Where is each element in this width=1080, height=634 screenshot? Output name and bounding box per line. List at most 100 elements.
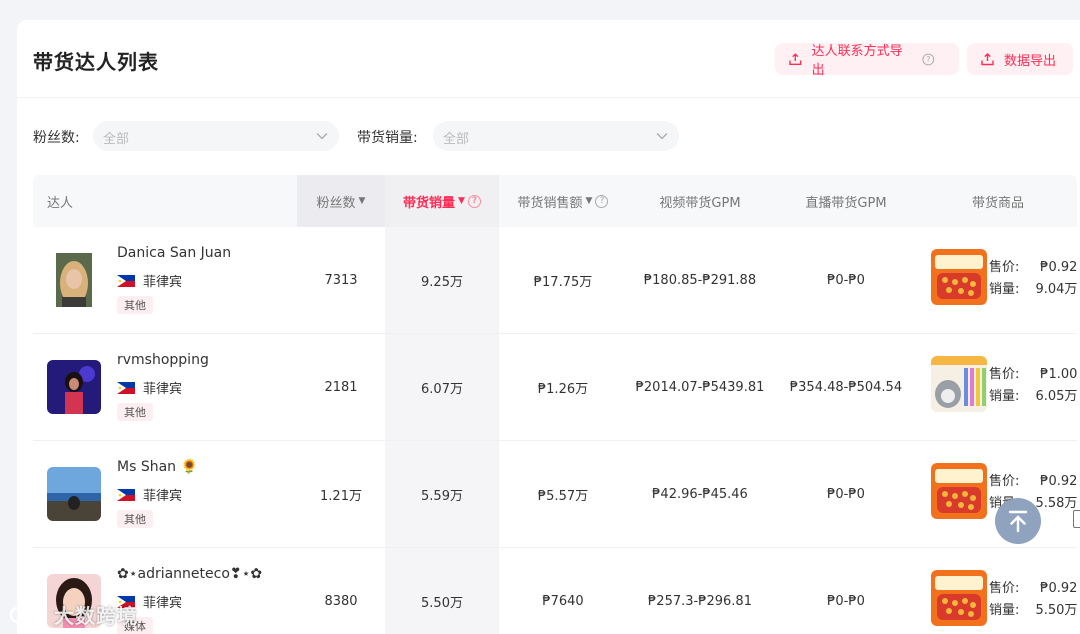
avatar[interactable]: [47, 467, 101, 521]
product-sales: 6.05万: [1035, 389, 1078, 404]
sales-cell: 9.25万: [421, 275, 463, 290]
product-thumbnail[interactable]: [931, 356, 987, 412]
sort-down-icon: ▼: [458, 196, 465, 206]
fans-cell: 7313: [324, 273, 358, 288]
influencer-name[interactable]: Ms Shan 🌻: [117, 459, 198, 475]
live-gpm-cell: ₱354.48-₱504.54: [789, 380, 903, 395]
header-revenue[interactable]: 带货销售额 ▼?: [499, 175, 627, 227]
price-label: 售价:: [989, 367, 1020, 382]
header-revenue-label: 带货销售额: [517, 195, 583, 211]
header-products: 带货商品: [919, 175, 1077, 227]
help-icon[interactable]: ?: [922, 53, 935, 66]
data-export-label: 数据导出: [1004, 53, 1057, 69]
fans-filter-value: 全部: [103, 132, 130, 147]
video-gpm-cell: ₱2014.07-₱5439.81: [635, 380, 765, 395]
fans-cell: 2181: [324, 380, 358, 395]
video-gpm-cell: ₱257.3-₱296.81: [648, 594, 752, 609]
product-sales-label: 销量:: [989, 282, 1020, 297]
watermark-text: 大数跨境: [54, 604, 138, 628]
arrow-up-icon: [1008, 510, 1028, 533]
header-fans[interactable]: 粉丝数 ▼: [297, 175, 385, 227]
country-name: 菲律宾: [143, 489, 183, 504]
header-products-label: 带货商品: [971, 195, 1024, 211]
sales-filter-label: 带货销量:: [357, 130, 418, 146]
header-sales[interactable]: 带货销量 ▼?: [385, 175, 499, 227]
sales-filter-value: 全部: [443, 132, 470, 147]
product-price: ₱1.00: [1040, 367, 1078, 382]
product-thumbnail[interactable]: [931, 249, 987, 305]
header-video-gpm-label: 视频带货GPM: [659, 195, 741, 211]
sort-down-icon: ▼: [585, 196, 593, 206]
philippines-flag-icon: [117, 488, 135, 501]
table-header: 达人 粉丝数 ▼ 带货销量 ▼? 带货销售额 ▼? 视频带货GPM 直播带货GPM 带…: [33, 175, 1077, 227]
product-price: ₱0.92: [1040, 474, 1078, 489]
help-icon[interactable]: ?: [467, 194, 481, 208]
country: 菲律宾: [117, 271, 182, 290]
export-icon: [789, 52, 802, 65]
product-price: ₱0.92: [1040, 260, 1078, 275]
category-tag: 其他: [117, 296, 153, 314]
header-live-gpm: 直播带货GPM: [773, 175, 919, 227]
export-icon: [981, 52, 994, 65]
philippines-flag-icon: [117, 274, 135, 287]
category-tag: 其他: [117, 510, 153, 528]
product-info: 售价: ₱0.92 销量: 9.04万: [989, 257, 1077, 301]
influencer-name[interactable]: ✿⋆adrianneteco❣⋆✿: [117, 566, 262, 582]
table-row[interactable]: rvmshopping 菲律宾 其他 2181 6.07万 ₱1.26万 ₱20…: [33, 334, 1077, 441]
product-thumbnail[interactable]: [931, 463, 987, 519]
revenue-cell: ₱5.57万: [537, 489, 589, 504]
fans-filter-select[interactable]: 全部: [93, 121, 339, 151]
avatar[interactable]: [47, 360, 101, 414]
help-icon[interactable]: ?: [595, 194, 609, 208]
table-row[interactable]: Danica San Juan 菲律宾 其他 7313 9.25万 ₱17.75…: [33, 227, 1077, 334]
country-name: 菲律宾: [143, 596, 183, 611]
price-label: 售价:: [989, 474, 1020, 489]
video-gpm-cell: ₱42.96-₱45.46: [652, 487, 748, 502]
fans-cell: 8380: [324, 594, 358, 609]
header-influencer-label: 达人: [47, 195, 74, 211]
fans-cell: 1.21万: [320, 489, 362, 504]
philippines-flag-icon: [117, 381, 135, 394]
video-gpm-cell: ₱180.85-₱291.88: [643, 273, 757, 288]
product-sales: 9.04万: [1035, 282, 1078, 297]
country-name: 菲律宾: [143, 275, 183, 290]
revenue-cell: ₱1.26万: [537, 382, 589, 397]
product-sales: 5.50万: [1035, 603, 1078, 618]
fans-filter-label: 粉丝数:: [33, 130, 80, 146]
watermark-logo-icon: [10, 605, 48, 623]
sales-cell: 6.07万: [421, 382, 463, 397]
side-panel-icon[interactable]: [1073, 510, 1080, 528]
header-video-gpm: 视频带货GPM: [627, 175, 773, 227]
sales-cell: 5.50万: [421, 596, 463, 611]
chevron-down-icon: [656, 133, 668, 140]
influencer-table: 达人 粉丝数 ▼ 带货销量 ▼? 带货销售额 ▼? 视频带货GPM 直播带货GPM 带…: [33, 175, 1077, 634]
watermark: 大数跨境: [10, 600, 138, 629]
country-name: 菲律宾: [143, 382, 183, 397]
header-influencer: 达人: [33, 175, 297, 227]
sales-cell: 5.59万: [421, 489, 463, 504]
data-export-button[interactable]: 数据导出: [967, 43, 1073, 75]
category-tag: 其他: [117, 403, 153, 421]
table-row[interactable]: ✿⋆adrianneteco❣⋆✿ 菲律宾 媒体 8380 5.50万 ₱764…: [33, 548, 1077, 634]
sort-down-icon: ▼: [358, 196, 366, 206]
product-info: 售价: ₱1.00 销量: 6.05万: [989, 364, 1077, 408]
influencer-name[interactable]: Danica San Juan: [117, 245, 231, 261]
product-sales-label: 销量:: [989, 389, 1020, 404]
avatar[interactable]: [47, 253, 101, 307]
chevron-down-icon: [316, 133, 328, 140]
sales-filter-select[interactable]: 全部: [433, 121, 679, 151]
table-body: Danica San Juan 菲律宾 其他 7313 9.25万 ₱17.75…: [33, 227, 1077, 634]
page-title: 带货达人列表: [33, 50, 159, 74]
live-gpm-cell: ₱0-₱0: [827, 273, 865, 288]
revenue-cell: ₱7640: [542, 594, 584, 609]
contact-export-button[interactable]: 达人联系方式导出 ?: [775, 43, 959, 78]
back-to-top-button[interactable]: [995, 498, 1041, 544]
product-sales-label: 销量:: [989, 603, 1020, 618]
country: 菲律宾: [117, 485, 182, 504]
live-gpm-cell: ₱0-₱0: [827, 594, 865, 609]
product-thumbnail[interactable]: [931, 570, 987, 626]
table-row[interactable]: Ms Shan 🌻 菲律宾 其他 1.21万 5.59万 ₱5.57万 ₱42.…: [33, 441, 1077, 548]
influencer-name[interactable]: rvmshopping: [117, 352, 209, 368]
header-live-gpm-label: 直播带货GPM: [805, 195, 887, 211]
svg-text:?: ?: [927, 55, 931, 64]
